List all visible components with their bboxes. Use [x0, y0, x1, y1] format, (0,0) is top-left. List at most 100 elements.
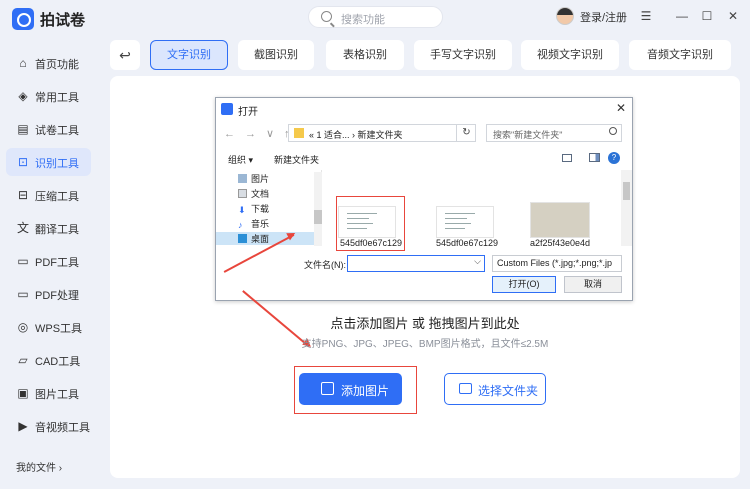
sidebar-item-recognition-tools[interactable]: ⊡ 识别工具: [6, 148, 91, 176]
title-bar: 拍试卷 搜索功能 登录/注册 ☰ — ☐ ✕: [0, 0, 750, 34]
sidebar-item-home[interactable]: ⌂ 首页功能: [6, 49, 91, 77]
app-title: 拍试卷: [40, 12, 86, 29]
dialog-path-bar[interactable]: « 1 适合... › 新建文件夹: [288, 124, 476, 142]
filename-label: 文件名(N):: [304, 260, 346, 270]
layers-icon: ◈: [18, 89, 28, 103]
add-image-icon: [321, 382, 334, 395]
dropzone-sub-hint: 支持PNG、JPG、JPEG、BMP图片格式，且文件≤2.5M: [301, 339, 549, 350]
sidebar-item-cad-tools[interactable]: ▱ CAD工具: [6, 346, 91, 374]
tree-scroll-thumb[interactable]: [314, 210, 322, 224]
folder-add-icon: [459, 383, 472, 394]
tab-audio-text-recognition[interactable]: 音频文字识别: [629, 40, 731, 70]
add-image-button[interactable]: 添加图片: [299, 373, 402, 405]
avatar[interactable]: [556, 7, 574, 25]
tree-scrollbar[interactable]: [314, 172, 322, 246]
dialog-title: 打开: [238, 107, 258, 118]
organize-menu[interactable]: 组织 ▾: [228, 153, 253, 166]
file-thumbnail[interactable]: [436, 206, 494, 238]
sidebar-item-label: 翻译工具: [35, 224, 79, 236]
sidebar-item-label: PDF处理: [35, 290, 79, 302]
sidebar-item-label: 首页功能: [35, 59, 79, 71]
search-icon: [321, 11, 332, 22]
sidebar-item-image-tools[interactable]: ▣ 图片工具: [6, 379, 91, 407]
preview-pane-icon[interactable]: [589, 153, 600, 162]
minimize-button[interactable]: —: [672, 6, 692, 26]
sidebar-item-pdf-tools[interactable]: ▭ PDF工具: [6, 247, 91, 275]
my-files-link[interactable]: 我的文件 ›: [16, 459, 62, 474]
tree-item-music[interactable]: ♪ 音乐: [238, 217, 269, 230]
dialog-search-input[interactable]: 搜索"新建文件夹": [486, 124, 622, 142]
sidebar-item-label: 图片工具: [35, 389, 79, 401]
sidebar-item-av-tools[interactable]: ▶ 音视频工具: [6, 412, 91, 440]
dialog-toolbar: 组织 ▾ 新建文件夹 ?: [216, 150, 632, 168]
sidebar-item-common-tools[interactable]: ◈ 常用工具: [6, 82, 91, 110]
tab-handwriting-recognition[interactable]: 手写文字识别: [414, 40, 512, 70]
tree-item-downloads[interactable]: ⬇ 下载: [238, 202, 269, 215]
select-folder-button[interactable]: 选择文件夹: [444, 373, 546, 405]
sidebar-item-label: PDF工具: [35, 257, 79, 269]
tab-text-recognition[interactable]: 文字识别: [150, 40, 228, 70]
close-button[interactable]: ✕: [723, 6, 743, 26]
sidebar-item-pdf-process[interactable]: ▭ PDF处理: [6, 280, 91, 308]
sidebar-item-label: 压缩工具: [35, 191, 79, 203]
files-scroll-thumb[interactable]: [623, 182, 630, 200]
sidebar-item-translate-tools[interactable]: 文翻译工具: [6, 214, 91, 242]
new-folder-button[interactable]: 新建文件夹: [274, 153, 319, 166]
refresh-icon[interactable]: ↻: [456, 124, 476, 142]
menu-icon[interactable]: ☰: [636, 6, 656, 26]
translate-icon: 文: [16, 221, 29, 235]
scan-icon: ⊡: [17, 155, 29, 169]
tree-item-pictures[interactable]: 图片: [238, 172, 269, 185]
search-input[interactable]: 搜索功能: [308, 6, 443, 28]
tree-item-desktop[interactable]: 桌面: [216, 232, 314, 245]
back-arrow-icon: ↩: [119, 47, 131, 63]
music-icon: ♪: [238, 220, 243, 230]
help-icon[interactable]: ?: [608, 152, 620, 164]
file-type-select[interactable]: Custom Files (*.jpg;*.png;*.jp: [492, 255, 622, 272]
tree-item-documents[interactable]: 文档: [238, 187, 269, 200]
view-options-icon[interactable]: [562, 154, 572, 162]
sidebar-item-label: 常用工具: [35, 92, 79, 104]
app-logo-icon: [12, 8, 34, 30]
pdf-icon: ▭: [17, 254, 29, 268]
sidebar-item-label: 音视频工具: [35, 422, 90, 434]
dialog-title-bar: 打开 ✕: [216, 98, 632, 120]
search-icon: [609, 127, 617, 135]
dialog-search-placeholder: 搜索"新建文件夹": [493, 130, 563, 140]
add-image-label: 添加图片: [341, 384, 390, 398]
file-name[interactable]: a2f25f43e0e4d: [530, 238, 590, 246]
pictures-icon: [238, 174, 247, 183]
cancel-button[interactable]: 取消: [564, 276, 622, 293]
select-folder-label: 选择文件夹: [478, 384, 539, 398]
desktop-icon: [238, 234, 247, 243]
files-scrollbar[interactable]: [621, 170, 632, 246]
dropzone-main-hint: 点击添加图片 或 拖拽图片到此处: [330, 316, 520, 331]
file-thumbnail[interactable]: [530, 202, 590, 238]
dialog-path-text: « 1 适合... › 新建文件夹: [309, 130, 403, 140]
sidebar-item-label: CAD工具: [35, 356, 81, 368]
sidebar-item-label: 识别工具: [35, 158, 79, 170]
maximize-button[interactable]: ☐: [697, 6, 717, 26]
tab-screenshot-recognition[interactable]: 截图识别: [238, 40, 314, 70]
open-button[interactable]: 打开(O): [492, 276, 556, 293]
search-placeholder: 搜索功能: [341, 14, 385, 26]
highlight-box-file: [336, 196, 405, 251]
download-icon: ⬇: [238, 205, 246, 215]
sidebar-item-paper-tools[interactable]: ▤ 试卷工具: [6, 115, 91, 143]
file-open-dialog: 打开 ✕ ←→∨↑ « 1 适合... › 新建文件夹 ↻ 搜索"新建文件夹" …: [215, 97, 633, 301]
dialog-close-icon[interactable]: ✕: [616, 101, 626, 115]
dialog-folder-tree: 图片 文档 ⬇ 下载 ♪ 音乐 桌面: [216, 170, 322, 246]
pdf-process-icon: ▭: [17, 287, 29, 301]
compress-icon: ⊟: [17, 188, 29, 202]
file-name[interactable]: 545df0e67c129: [436, 238, 498, 246]
tab-table-recognition[interactable]: 表格识别: [326, 40, 404, 70]
back-button[interactable]: ↩: [110, 40, 140, 70]
home-icon: ⌂: [19, 56, 27, 70]
filename-input[interactable]: [347, 255, 485, 272]
tab-video-text-recognition[interactable]: 视频文字识别: [521, 40, 619, 70]
sidebar-item-compress-tools[interactable]: ⊟ 压缩工具: [6, 181, 91, 209]
documents-icon: [238, 189, 247, 198]
cad-icon: ▱: [18, 353, 28, 367]
video-icon: ▶: [18, 419, 28, 433]
login-button[interactable]: 登录/注册: [580, 9, 627, 25]
